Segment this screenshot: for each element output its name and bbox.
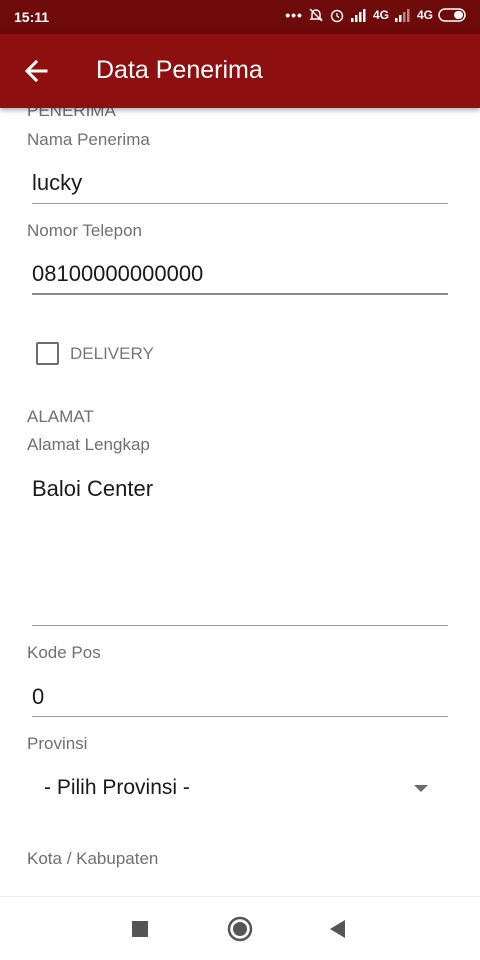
system-nav-bar	[0, 896, 480, 960]
recent-apps-button[interactable]	[124, 913, 156, 945]
notifications-off-icon	[309, 8, 323, 22]
provinsi-label: Provinsi	[27, 734, 88, 753]
nomor-telepon-input[interactable]	[32, 261, 448, 287]
network-type-2: 4G	[416, 8, 433, 22]
app-bar: Data Penerima	[0, 34, 480, 108]
checkbox-box[interactable]	[36, 342, 59, 365]
kode-pos-label: Kode Pos	[27, 643, 101, 662]
home-icon	[227, 916, 253, 942]
back-icon	[330, 920, 345, 938]
alamat-underline	[32, 625, 448, 626]
signal-icon	[394, 9, 410, 22]
dropdown-arrow-icon	[414, 785, 428, 792]
alarm-icon	[330, 9, 344, 23]
nomor-telepon-label: Nomor Telepon	[27, 221, 142, 240]
kota-kabupaten-label: Kota / Kabupaten	[27, 849, 159, 868]
arrow-left-icon	[24, 59, 48, 83]
kode-pos-input[interactable]	[32, 684, 448, 710]
alamat-lengkap-label: Alamat Lengkap	[27, 435, 150, 454]
provinsi-selected-value: - Pilih Provinsi -	[44, 776, 190, 799]
system-back-button[interactable]	[322, 913, 354, 945]
alamat-lengkap-input[interactable]: Baloi Center	[32, 476, 448, 606]
signal-icon	[350, 9, 366, 22]
delivery-label: DELIVERY	[70, 343, 154, 363]
page-title: Data Penerima	[96, 56, 263, 84]
status-time: 15:11	[14, 9, 50, 25]
home-button[interactable]	[224, 913, 256, 945]
recent-apps-icon	[132, 921, 148, 937]
battery-icon	[438, 8, 466, 22]
network-type-1: 4G	[372, 8, 389, 22]
more-notifications-icon: •••	[285, 7, 303, 23]
section-penerima-heading: PENERIMA	[27, 108, 116, 120]
nama-penerima-input[interactable]	[32, 170, 448, 196]
nama-penerima-underline	[32, 203, 448, 204]
status-bar: 15:11 ••• 4G 4G	[0, 0, 480, 34]
nomor-telepon-underline	[32, 293, 448, 295]
back-button[interactable]	[20, 56, 54, 86]
form-content[interactable]: PENERIMA Nama Penerima Nomor Telepon DEL…	[0, 108, 480, 896]
provinsi-dropdown[interactable]: - Pilih Provinsi -	[32, 768, 448, 810]
kode-pos-underline	[32, 716, 448, 717]
delivery-checkbox[interactable]: DELIVERY	[36, 342, 154, 365]
nama-penerima-label: Nama Penerima	[27, 130, 150, 149]
section-alamat-heading: ALAMAT	[27, 407, 94, 426]
status-indicators: ••• 4G 4G	[285, 7, 468, 23]
